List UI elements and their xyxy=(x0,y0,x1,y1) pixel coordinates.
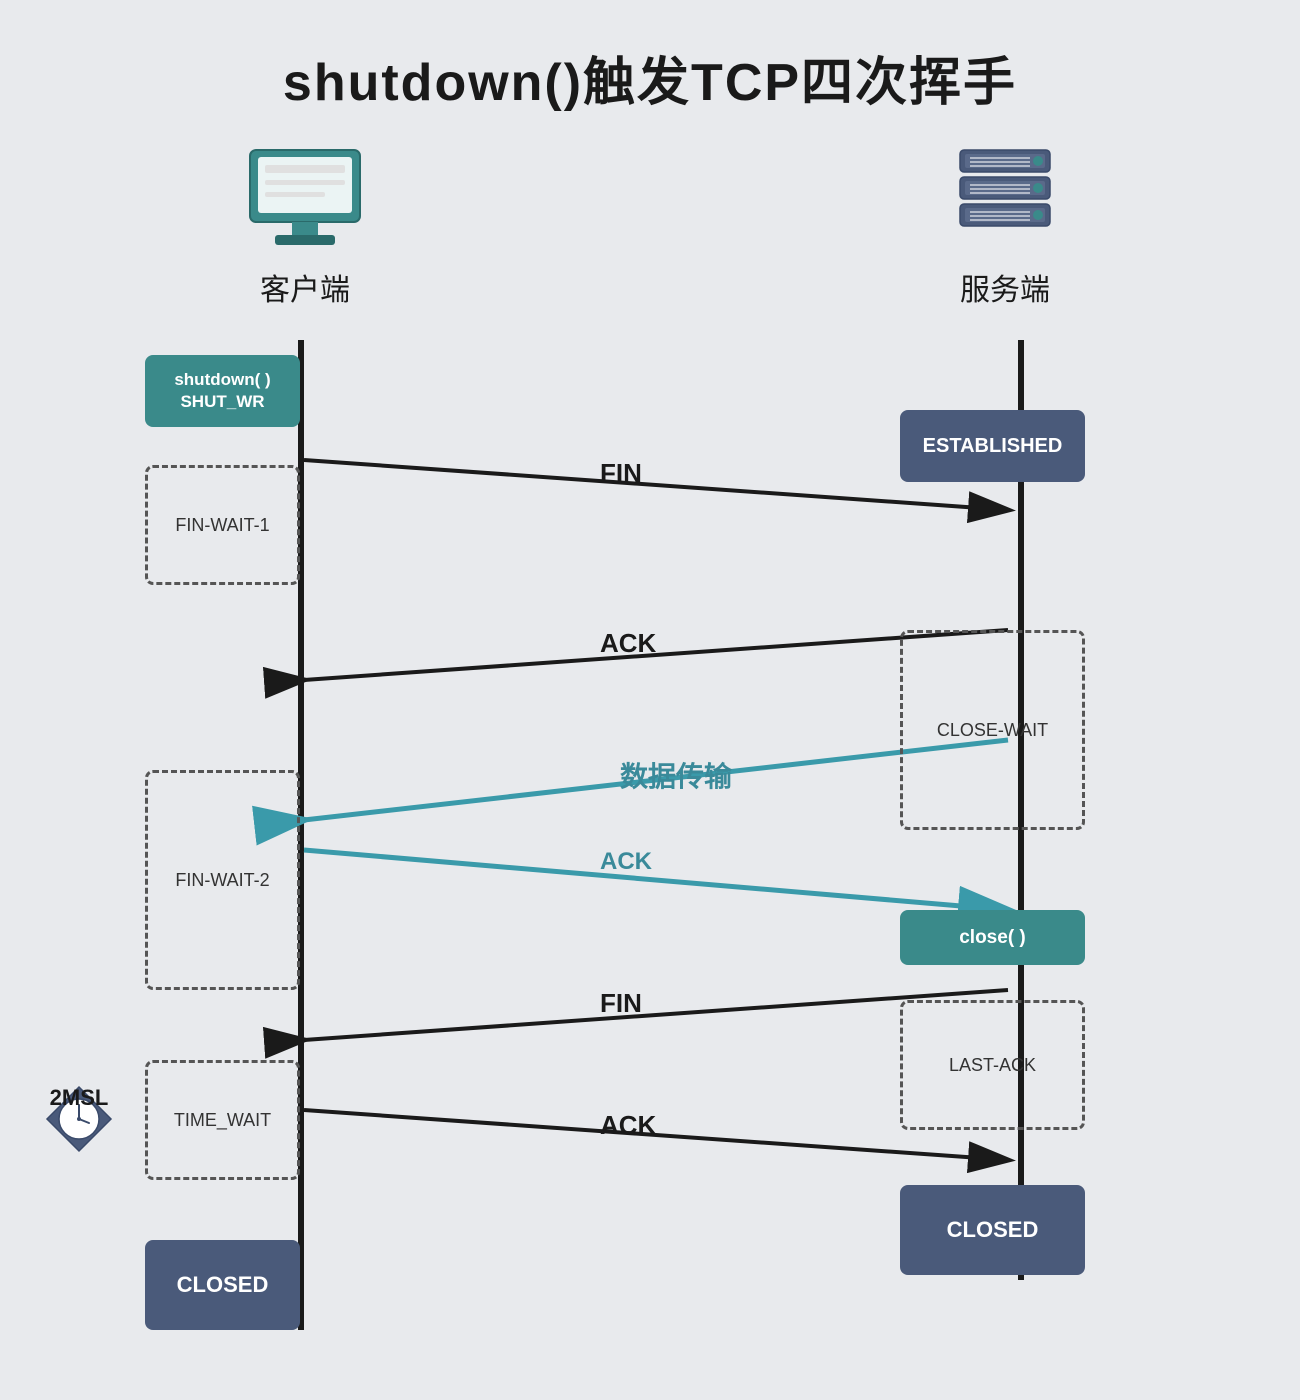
last-ack-box: LAST-ACK xyxy=(900,1000,1085,1130)
fin-wait-1-box: FIN-WAIT-1 xyxy=(145,465,300,585)
page-title: shutdown()触发TCP四次挥手 xyxy=(0,0,1300,115)
data-label: 数据传输 xyxy=(620,755,732,795)
ack2-label: ACK xyxy=(600,848,652,876)
timer-group: 2MSL xyxy=(45,1085,113,1153)
page: shutdown()触发TCP四次挥手 客户端 xyxy=(0,0,1300,1400)
diagram: FIN ACK 数据传输 ACK FIN ACK shutdown( ) SHU… xyxy=(0,290,1300,1400)
timer-label: 2MSL xyxy=(50,1085,109,1111)
closed-client-box: CLOSED xyxy=(145,1240,300,1330)
shutdown-box: shutdown( ) SHUT_WR xyxy=(145,355,300,427)
computer-icon xyxy=(240,145,370,255)
client-icon-group: 客户端 xyxy=(240,145,370,309)
server-icon-group: 服务端 xyxy=(950,145,1060,309)
close-wait-box: CLOSE-WAIT xyxy=(900,630,1085,830)
ack1-label: ACK xyxy=(600,628,656,659)
ack3-label: ACK xyxy=(600,1110,656,1141)
closed-server-box: CLOSED xyxy=(900,1185,1085,1275)
fin2-label: FIN xyxy=(600,988,642,1019)
icons-row: 客户端 xyxy=(0,145,1300,309)
close-fn-box: close( ) xyxy=(900,910,1085,965)
fin-wait-2-box: FIN-WAIT-2 xyxy=(145,770,300,990)
fin1-label: FIN xyxy=(600,458,642,489)
established-box: ESTABLISHED xyxy=(900,410,1085,482)
time-wait-box: TIME_WAIT xyxy=(145,1060,300,1180)
server-icon xyxy=(950,145,1060,255)
